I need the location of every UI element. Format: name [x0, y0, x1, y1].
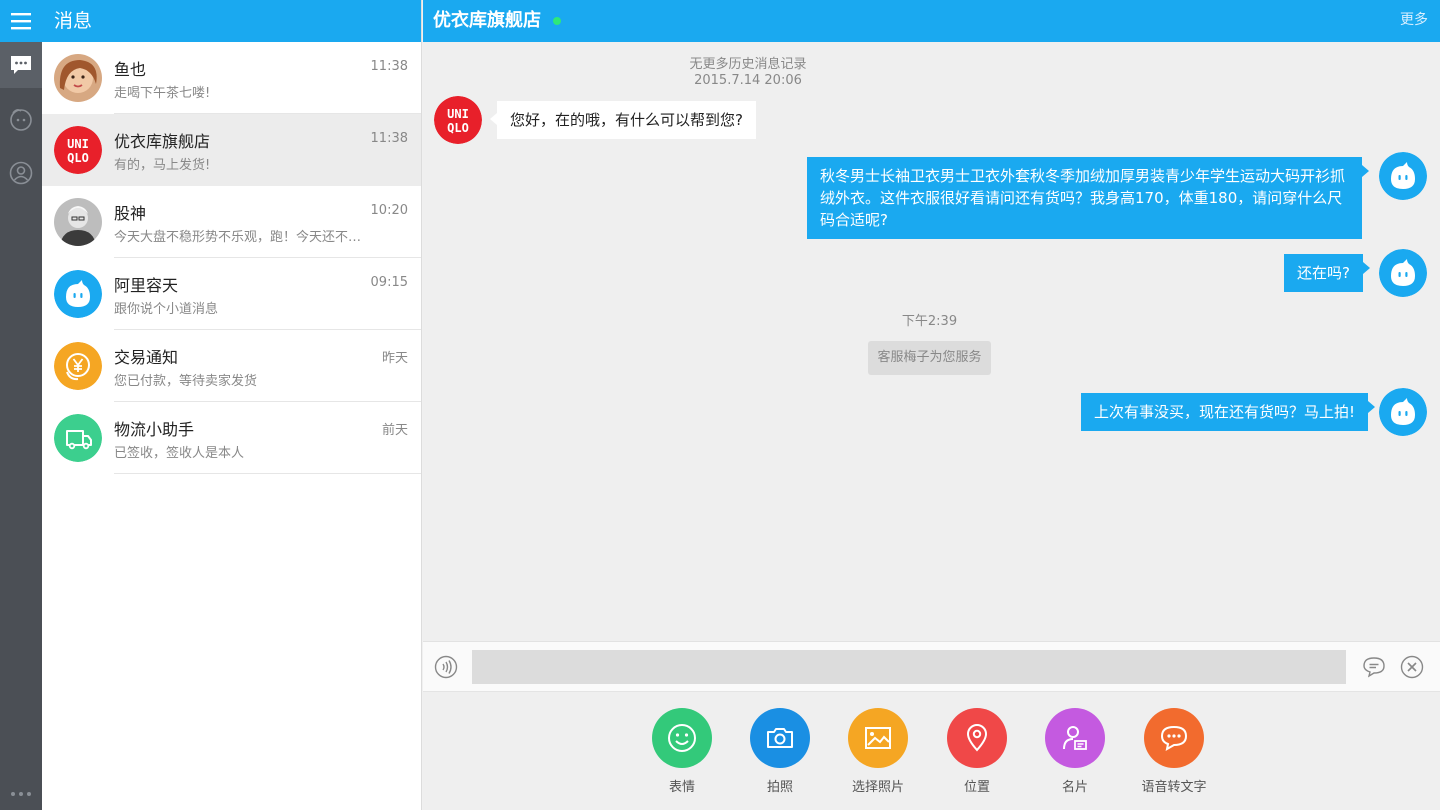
conversation-item[interactable]: 物流小助手 已签收，签收人是本人 前天 [42, 402, 421, 474]
input-bar [423, 641, 1440, 691]
more-button[interactable]: 更多 [1400, 0, 1428, 40]
incoming-message: 您好，在的哦，有什么可以帮到您? [490, 101, 756, 139]
conversation-name: 交易通知 [114, 348, 179, 367]
mascot-avatar[interactable] [1379, 388, 1427, 436]
tool-panel: 表情 拍照 选择照片 位置 名片 语音转文字 [423, 691, 1440, 810]
camera-tool[interactable]: 拍照 [740, 708, 820, 795]
outgoing-message: 秋冬男士长袖卫衣男士卫衣外套秋冬季加绒加厚男装青少年学生运动大码开衫抓绒外衣。这… [807, 157, 1369, 239]
more-dots-icon [11, 792, 31, 796]
avatar [54, 198, 102, 246]
conversation-item[interactable]: 股神 今天大盘不稳形势不乐观，跑！今天还不跑就来不及了 10:20 [42, 186, 421, 258]
conversation-time: 昨天 [381, 351, 408, 366]
voice-icon [434, 655, 458, 679]
list-title: 消息 [42, 0, 421, 42]
chat-bubble-icon [1363, 657, 1385, 678]
online-status-dot [553, 17, 561, 25]
history-note: 无更多历史消息记录 [689, 57, 807, 72]
photo-tool[interactable]: 选择照片 [838, 708, 918, 795]
left-rail [0, 0, 42, 810]
mascot-avatar[interactable] [1379, 152, 1427, 200]
svg-text:UNI: UNI [67, 137, 89, 151]
smile-icon [652, 708, 712, 768]
quick-reply-button[interactable] [1361, 654, 1387, 680]
divider [114, 473, 421, 474]
svg-text:QLO: QLO [67, 151, 89, 165]
outgoing-message: 还在吗? [1284, 254, 1370, 292]
conversation-name: 阿里容天 [114, 276, 179, 295]
camera-icon [750, 708, 810, 768]
conversation-preview: 已签收，签收人是本人 [114, 446, 245, 461]
rail-more-button[interactable] [0, 784, 42, 804]
conversation-preview: 今天大盘不稳形势不乐观，跑！今天还不跑就来不及了 [114, 230, 374, 245]
conversation-item[interactable]: 鱼也 走喝下午茶七喽! 11:38 [42, 42, 421, 114]
contact-card-icon [1045, 708, 1105, 768]
chat-header: 优衣库旗舰店 更多 [423, 0, 1440, 42]
conversation-item[interactable]: UNI QLO 优衣库旗舰店 有的，马上发货! 11:38 [42, 114, 421, 186]
tool-label: 选择照片 [851, 780, 904, 795]
tool-label: 位置 [963, 780, 990, 795]
menu-button[interactable] [0, 0, 42, 42]
conversation-name: 股神 [114, 204, 147, 223]
conversation-preview: 您已付款，等待卖家发货 [114, 374, 258, 389]
conversation-list-panel: 消息 鱼也 走喝下午茶七喽! 11:38 UNI QLO 优衣库旗舰店 有的，马… [42, 0, 422, 810]
service-note: 客服梅子为您服务 [868, 341, 991, 375]
conversation-preview: 跟你说个小道消息 [114, 302, 219, 317]
message-icon [11, 56, 31, 74]
rail-contacts-button[interactable] [0, 150, 42, 196]
close-panel-button[interactable] [1399, 654, 1425, 680]
emoji-tool[interactable]: 表情 [642, 708, 722, 795]
conversation-name: 优衣库旗舰店 [114, 132, 211, 151]
rail-mascot-button[interactable] [0, 96, 42, 142]
conversation-time: 10:20 [370, 203, 408, 218]
history-time: 2015.7.14 20:06 [694, 73, 802, 88]
close-icon [1400, 655, 1424, 679]
voice-button[interactable] [433, 654, 459, 680]
svg-text:QLO: QLO [447, 121, 469, 135]
conversation-time: 11:38 [370, 59, 408, 74]
conversation-name: 物流小助手 [114, 420, 195, 439]
location-tool[interactable]: 位置 [937, 708, 1017, 795]
outgoing-message: 上次有事没买，现在还有货吗？马上拍! [1081, 393, 1376, 431]
uniqlo-logo: UNI QLO [54, 126, 102, 174]
truck-icon [54, 414, 102, 462]
contact-card-tool[interactable]: 名片 [1035, 708, 1115, 795]
tool-label: 表情 [668, 780, 695, 795]
tool-label: 名片 [1061, 780, 1088, 795]
tool-label: 语音转文字 [1141, 780, 1207, 795]
hamburger-icon [11, 13, 31, 30]
location-icon [947, 708, 1007, 768]
chat-panel: 优衣库旗舰店 更多 无更多历史消息记录 2015.7.14 20:06 UNI … [423, 0, 1440, 810]
conversation-item[interactable]: 阿里容天 跟你说个小道消息 09:15 [42, 258, 421, 330]
avatar [54, 54, 102, 102]
yen-icon [54, 342, 102, 390]
conversation-preview: 走喝下午茶七喽! [114, 86, 211, 101]
mascot-avatar [54, 270, 102, 318]
user-icon [9, 161, 33, 185]
photo-icon [848, 708, 908, 768]
mascot-outline-icon [10, 109, 32, 131]
tool-label: 拍照 [766, 780, 793, 795]
conversation-time: 09:15 [370, 275, 408, 290]
time-divider: 下午2:39 [901, 314, 958, 329]
svg-text:UNI: UNI [447, 107, 469, 121]
conversation-time: 11:38 [370, 131, 408, 146]
conversation-name: 鱼也 [114, 60, 147, 79]
voice-to-text-icon [1144, 708, 1204, 768]
message-input[interactable] [472, 650, 1346, 684]
conversation-item[interactable]: 交易通知 您已付款，等待卖家发货 昨天 [42, 330, 421, 402]
voice-to-text-tool[interactable]: 语音转文字 [1134, 708, 1214, 795]
chat-title: 优衣库旗舰店 [433, 10, 541, 31]
uniqlo-logo[interactable]: UNI QLO [434, 96, 482, 144]
conversation-preview: 有的，马上发货! [114, 158, 211, 173]
mascot-avatar[interactable] [1379, 249, 1427, 297]
rail-messages-button[interactable] [0, 42, 42, 88]
conversation-time: 前天 [381, 423, 408, 438]
